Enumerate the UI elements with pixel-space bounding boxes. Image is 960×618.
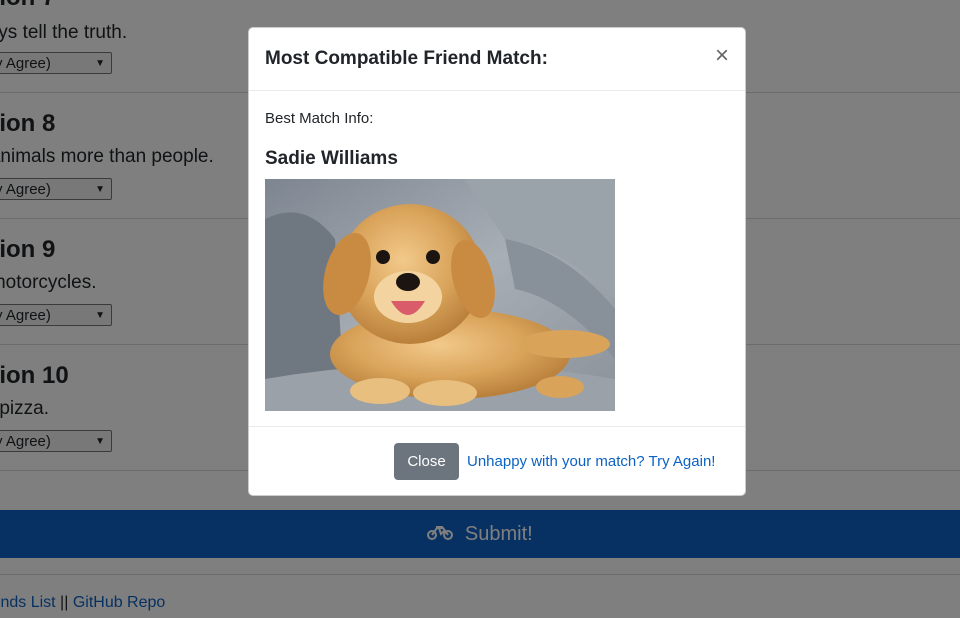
modal-header: Most Compatible Friend Match: × xyxy=(249,28,745,91)
try-again-link[interactable]: Unhappy with your match? Try Again! xyxy=(467,453,715,470)
close-icon[interactable]: × xyxy=(715,44,729,68)
match-name: Sadie Williams xyxy=(265,148,398,169)
match-photo xyxy=(265,179,615,411)
modal-title: Most Compatible Friend Match: xyxy=(265,48,548,69)
close-button[interactable]: Close xyxy=(394,443,459,480)
modal-footer: Close Unhappy with your match? Try Again… xyxy=(249,426,745,497)
match-modal: Most Compatible Friend Match: × Best Mat… xyxy=(248,27,746,496)
best-match-label: Best Match Info: xyxy=(265,110,374,127)
